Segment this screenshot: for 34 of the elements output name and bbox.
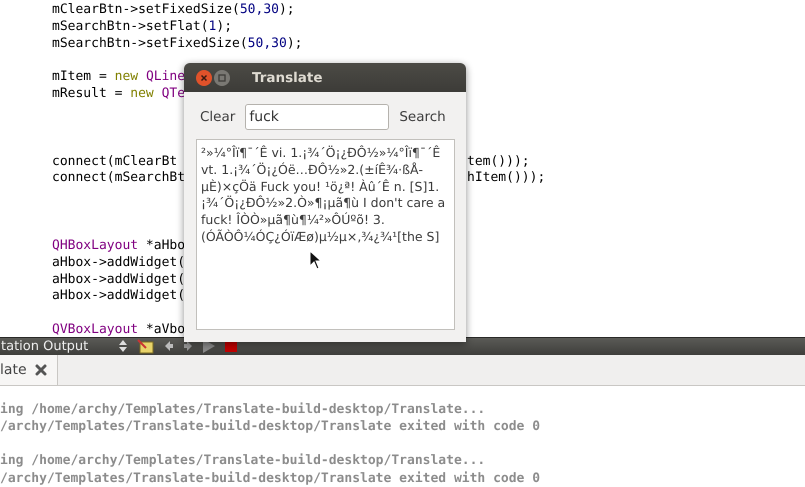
- pane-title: tation Output: [1, 338, 90, 354]
- code-line: tem()));: [467, 154, 531, 170]
- code-line: hItem()));: [467, 170, 546, 188]
- code-line: aHbox->addWidget(: [52, 288, 186, 304]
- code-line: mItem = new QLine: [52, 69, 186, 84]
- output-line: ing /home/archy/Templates/Translate-build-desktop/Translate...: [0, 402, 486, 417]
- output-line: /archy/Templates/Translate-build-desktop/Translate exited with code 0: [0, 470, 540, 486]
- code-line: mClearBtn->setFixedSize(50,30);: [52, 2, 295, 17]
- mouse-cursor-icon: [309, 250, 322, 270]
- search-button[interactable]: Search: [395, 109, 450, 125]
- close-icon[interactable]: [196, 70, 212, 86]
- output-tab[interactable]: late: [0, 354, 58, 385]
- result-text-area[interactable]: ²»¼°Îï¶¯´Ê vi. 1.¡¾´Ö¡¿ÐÔ½»¼°Îï¶¯´Ê vt. 1.¡¾´Ö¡¿Óë…ÐÔ½»2.(±íÊ¾·ßÅ-µÈ)×çÖä Fuck you! ¹ö¿ª! Àû´Ê n. [S]1.¡¾´Ö¡¿ÐÔ½»2.Ò»¶¡µã¶ù I don't care a fuck! ÎÒÒ»µã¶ù¶¼²»ÔÚºõ! 3.(ÓÃÒÔ¼ÓÇ¿ÓïÆø)µ½µ×,¾¿¾¹[the S]: [196, 139, 455, 330]
- output-line: ing /home/archy/Templates/Translate-build-desktop/Translate...: [0, 453, 486, 468]
- code-line: aHbox->addWidget(: [52, 272, 186, 286]
- code-line: aHbox->addWidget(: [52, 254, 186, 270]
- close-icon[interactable]: [34, 364, 47, 376]
- search-field[interactable]: fuck: [245, 104, 390, 130]
- output-line: /archy/Templates/Translate-build-desktop/Translate exited with code 0: [0, 418, 540, 434]
- result-text: ²»¼°Îï¶¯´Ê vi. 1.¡¾´Ö¡¿ÐÔ½»¼°Îï¶¯´Ê vt. 1.¡¾´Ö¡¿Óë…ÐÔ½»2.(±íÊ¾·ßÅ-µÈ)×çÖä Fuck you! ¹ö¿ª! Àû´Ê n. [S]1.¡¾´Ö¡¿ÐÔ½»2.Ò»¶¡µã¶ù I don't care a fuck! ÎÒÒ»µã¶ù¶¼²»ÔÚºõ! 3.(ÓÃÒÔ¼ÓÇ¿ÓïÆø)µ½µ×,¾¿¾¹[the S]: [201, 145, 446, 244]
- sort-arrows-icon[interactable]: [118, 339, 128, 354]
- code-line: mSearchBtn->setFixedSize(50,30);: [52, 36, 302, 51]
- code-line: mResult = new QTe: [52, 86, 186, 102]
- code-line: connect(mClearBt: [52, 154, 178, 169]
- code-line: QHBoxLayout *aHbo: [52, 238, 186, 253]
- window-title: Translate: [252, 70, 322, 86]
- code-line: connect(mSearchBt: [52, 170, 186, 186]
- clear-icon[interactable]: [137, 338, 155, 354]
- next-icon[interactable]: [183, 340, 193, 352]
- clear-button[interactable]: Clear: [196, 109, 240, 125]
- code-line: mSearchBtn->setFlat(1);: [52, 18, 232, 34]
- code-line: QVBoxLayout *aVbo: [52, 322, 186, 337]
- previous-icon[interactable]: [164, 340, 174, 352]
- minimize-icon[interactable]: [214, 70, 230, 86]
